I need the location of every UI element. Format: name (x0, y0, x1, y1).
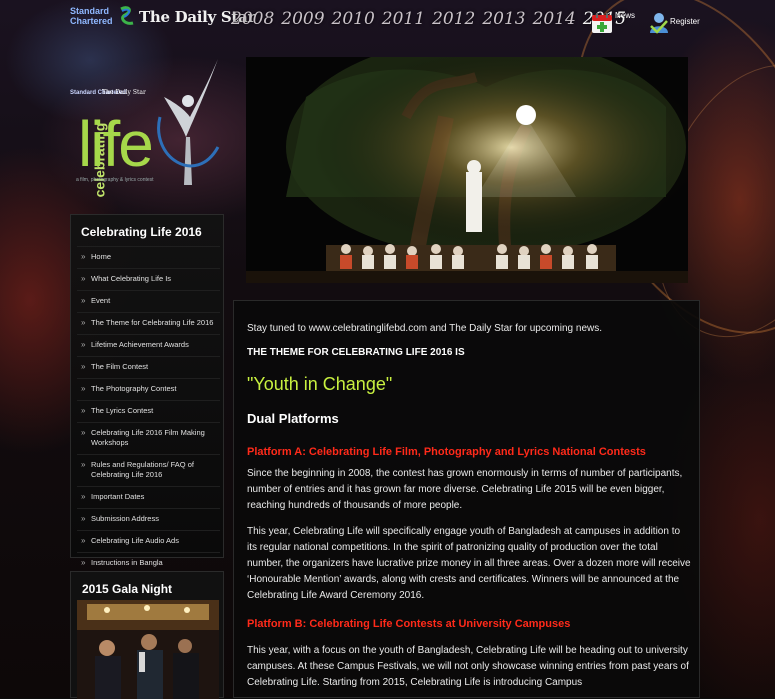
platform-a-heading: Platform A: Celebrating Life Film, Photo… (247, 446, 646, 458)
standard-chartered-mark-icon (120, 6, 134, 25)
standard-chartered-logo[interactable]: Standard Chartered (70, 6, 118, 30)
sidebar-item-rules-faq[interactable]: Rules and Regulations/ FAQ of Celebratin… (77, 454, 220, 486)
celebrating-life-logo[interactable]: Standard Chartered The Daily Star celebr… (70, 57, 224, 207)
content-body: Stay tuned to www.celebratinglifebd.com … (247, 321, 692, 691)
user-register-icon (650, 13, 668, 34)
sidebar-item-audio-ads[interactable]: Celebrating Life Audio Ads (77, 530, 220, 552)
register-label: Register (670, 17, 700, 26)
trophy-figure-icon (157, 59, 220, 185)
sidebar-title: Celebrating Life 2016 (81, 225, 202, 239)
platform-a-paragraph-1: Since the beginning in 2008, the contest… (247, 468, 683, 511)
calendar-add-icon (592, 13, 612, 33)
sidebar-item-workshops[interactable]: Celebrating Life 2016 Film Making Worksh… (77, 422, 220, 454)
platform-b-paragraph-1: This year, with a focus on the youth of … (247, 645, 689, 688)
theme-heading: THE THEME FOR CELEBRATING LIFE 2016 IS (247, 347, 465, 358)
sidebar-item-home[interactable]: Home (77, 246, 220, 268)
gala-night-box: 2015 Gala Night (70, 571, 224, 699)
platform-a-paragraph-2: This year, Celebrating Life will specifi… (247, 526, 691, 601)
hero-image (246, 57, 688, 283)
sidebar-item-submission-address[interactable]: Submission Address (77, 508, 220, 530)
gala-photo-image (77, 600, 219, 699)
main-content: Stay tuned to www.celebratinglifebd.com … (233, 300, 700, 698)
year-nav: 2008 2009 2010 2011 2012 2013 2014 2015 (231, 9, 633, 29)
sidebar-item-lyrics-contest[interactable]: The Lyrics Contest (77, 400, 220, 422)
dual-platforms-heading: Dual Platforms (247, 411, 339, 426)
platform-b-heading: Platform B: Celebrating Life Contests at… (247, 618, 571, 630)
gala-photo[interactable] (77, 600, 219, 699)
brand-tagline: a film, photography & lyrics contest (76, 177, 154, 183)
gala-title: 2015 Gala Night (82, 582, 173, 596)
sidebar-item-what-is[interactable]: What Celebrating Life Is (77, 268, 220, 290)
news-label: News (615, 11, 636, 20)
year-link[interactable]: 2012 (432, 9, 475, 29)
sidebar-item-theme[interactable]: The Theme for Celebrating Life 2016 (77, 312, 220, 334)
brand-paper-text: The Daily Star (102, 89, 146, 96)
year-link[interactable]: 2011 (382, 9, 425, 29)
top-bar: Standard Chartered The Daily Star 2008 2… (0, 0, 775, 40)
year-link[interactable]: 2013 (482, 9, 525, 29)
sidebar-item-photography-contest[interactable]: The Photography Contest (77, 378, 220, 400)
sidebar-nav: Celebrating Life 2016 Home What Celebrat… (70, 214, 224, 568)
year-link[interactable]: 2008 (231, 9, 274, 29)
brand-life-text: life (78, 108, 154, 180)
hero-stage-image (246, 57, 688, 283)
news-link[interactable]: News (591, 10, 641, 36)
year-link[interactable]: 2014 (533, 9, 576, 29)
year-link[interactable]: 2010 (332, 9, 375, 29)
sidebar-item-event[interactable]: Event (77, 290, 220, 312)
sidebar-item-lifetime-awards[interactable]: Lifetime Achievement Awards (77, 334, 220, 356)
sidebar-item-important-dates[interactable]: Important Dates (77, 486, 220, 508)
register-link[interactable]: Register (649, 10, 709, 36)
theme-title: "Youth in Change" (247, 374, 393, 394)
sidebar-item-film-contest[interactable]: The Film Contest (77, 356, 220, 378)
sidebar-list: Home What Celebrating Life Is Event The … (77, 246, 220, 574)
year-link[interactable]: 2009 (281, 9, 324, 29)
intro-text: Stay tuned to www.celebratinglifebd.com … (247, 323, 602, 334)
